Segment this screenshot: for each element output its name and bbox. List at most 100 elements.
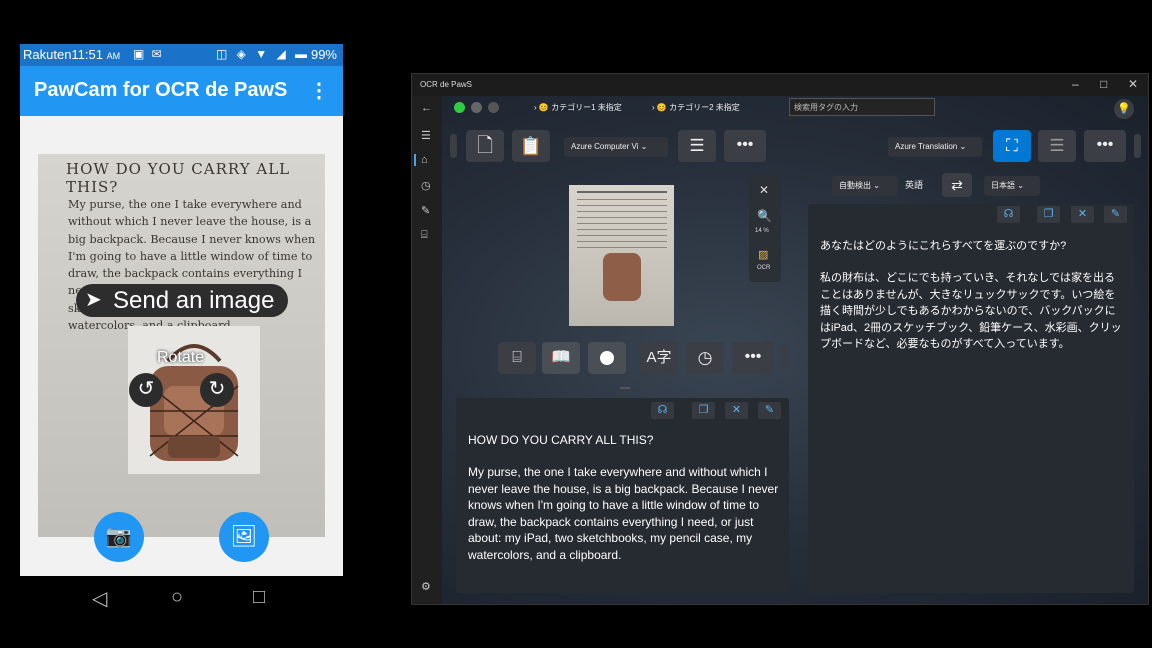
ocr-engine-dropdown[interactable]: Azure Computer Vi ⌄ <box>564 137 668 157</box>
home-icon[interactable]: ○ <box>171 586 183 609</box>
sliders-icon: ☰ <box>1049 136 1065 155</box>
fullscreen-icon: ⛶ <box>1006 136 1018 155</box>
swap-languages-button[interactable]: ⇄ <box>942 173 972 197</box>
right-more-button[interactable]: ••• <box>1084 130 1126 162</box>
book-mode-button[interactable]: 📖 <box>542 342 580 374</box>
desktop-window: OCR de PawS – □ ✕ ← ☰ ⌂ ◷ ✎ ⌸ ⚙ › 😊 カテゴリ… <box>411 73 1149 605</box>
rotate-left-button[interactable]: ↺ <box>129 373 163 407</box>
scanner-icon: ⌸ <box>512 349 522 366</box>
record-icon <box>600 351 614 365</box>
translate-button[interactable]: A字 <box>640 342 678 374</box>
pencil-icon: ✎ <box>764 404 775 416</box>
clear-button[interactable]: ✕ <box>1071 206 1094 223</box>
rotate-right-button[interactable]: ↻ <box>200 373 234 407</box>
send-icon: ➤ <box>85 289 102 311</box>
scanner-nav-icon[interactable]: ⌸ <box>421 229 428 242</box>
scanner-button[interactable]: ⌸ <box>498 342 536 374</box>
copy-icon: ❐ <box>1043 208 1054 220</box>
carrier-time: Rakuten11:51 AM <box>23 47 121 62</box>
left-nav-rail: ← ☰ ⌂ ◷ ✎ ⌸ ⚙ <box>412 96 442 604</box>
pen-nav-icon[interactable]: ✎ <box>421 204 430 217</box>
status-dot-green[interactable] <box>454 102 465 113</box>
recents-icon[interactable]: □ <box>253 586 265 609</box>
center-toolbar-grip[interactable] <box>780 346 787 370</box>
center-more-button[interactable]: ••• <box>732 342 774 374</box>
left-more-button[interactable]: ••• <box>724 130 766 162</box>
system-icons: ◫ ◈ ▼ ◢ ▬ <box>216 47 311 61</box>
edit-button[interactable]: ✎ <box>1104 206 1127 223</box>
copy-button[interactable]: ❐ <box>1037 206 1060 223</box>
copy-icon: ❐ <box>698 404 709 416</box>
capture-region-button[interactable]: ⛶ <box>993 130 1031 162</box>
settings-icon[interactable]: ⚙ <box>421 580 431 593</box>
translation-title: あなたはどのようにこれらすべてを運ぶのですか? <box>820 240 1067 252</box>
title-bar: OCR de PawS – □ ✕ <box>412 74 1148 96</box>
send-image-button[interactable]: ➤ Send an image <box>76 284 288 317</box>
minimize-button[interactable]: – <box>1072 77 1079 91</box>
translation-engine-dropdown[interactable]: Azure Translation ⌄ <box>888 137 982 157</box>
target-language-dropdown[interactable]: 日本語 ⌄ <box>984 176 1040 196</box>
splitter-handle[interactable] <box>620 387 630 389</box>
preview-heading-line <box>577 191 667 193</box>
camera-button[interactable]: 📷 <box>94 512 144 562</box>
preview-text-lines <box>577 199 667 251</box>
record-button[interactable] <box>588 342 626 374</box>
rotate-left-icon: ↺ <box>137 378 155 400</box>
history-icon: ◷ <box>697 348 713 367</box>
lightbulb-icon[interactable]: 💡 <box>1114 99 1134 119</box>
gallery-button[interactable]: 🖼 <box>219 512 269 562</box>
status-dot-gray1[interactable] <box>471 102 482 113</box>
sliders-icon: ☰ <box>689 136 705 155</box>
zoom-level: 14 % <box>755 228 769 234</box>
status-dot-gray2[interactable] <box>488 102 499 113</box>
notification-icons: ▣ ✉ <box>133 47 164 61</box>
clipboard-icon: 📋 <box>519 136 543 156</box>
edit-button[interactable]: ✎ <box>758 402 781 419</box>
source-language-dropdown[interactable]: 自動検出 ⌄ <box>832 176 898 196</box>
new-document-button[interactable]: 🗋 <box>466 130 504 162</box>
category1-chip[interactable]: › 😊 カテゴリー1 未指定 <box>534 102 622 113</box>
preview-backpack <box>603 253 641 301</box>
phone-screen: Rakuten11:51 AM ▣ ✉ ◫ ◈ ▼ ◢ ▬ 99% PawCam… <box>20 44 343 576</box>
speaker-button[interactable]: ☊ <box>651 402 674 419</box>
window-title: OCR de PawS <box>420 80 473 89</box>
translation-settings-button[interactable]: ☰ <box>1038 130 1076 162</box>
back-icon[interactable]: ◁ <box>92 586 107 611</box>
ocr-text-body: My purse, the one I take everywhere and … <box>468 465 779 562</box>
maximize-button[interactable]: □ <box>1100 77 1107 91</box>
android-nav-bar: ◁ ○ □ <box>20 578 343 618</box>
ocr-text-title: HOW DO YOU CARRY ALL THIS? <box>468 433 654 447</box>
more-icon: ••• <box>744 348 762 365</box>
ocr-label: OCR <box>757 265 771 271</box>
copy-button[interactable]: ❐ <box>692 402 715 419</box>
detected-language: 英語 <box>905 180 924 190</box>
clear-button[interactable]: ✕ <box>725 402 748 419</box>
category2-chip[interactable]: › 😊 カテゴリー2 未指定 <box>652 102 740 113</box>
speaker-icon: ☊ <box>657 404 668 416</box>
captured-photo: HOW DO YOU CARRY ALL THIS? My purse, the… <box>38 154 325 537</box>
paste-button[interactable]: 📋 <box>512 130 550 162</box>
close-preview-icon[interactable]: ✕ <box>759 183 769 197</box>
hamburger-icon[interactable]: ☰ <box>421 129 431 142</box>
image-preview[interactable] <box>569 185 674 326</box>
close-window-button[interactable]: ✕ <box>1128 77 1138 91</box>
overflow-menu-icon[interactable]: ⋮ <box>309 78 329 103</box>
right-toolbar-grip[interactable] <box>1134 134 1141 158</box>
book-icon: 📖 <box>551 349 571 366</box>
history-button[interactable]: ◷ <box>686 342 724 374</box>
app-title: PawCam for OCR de PawS <box>34 79 288 101</box>
tag-search-input[interactable]: 検索用タグの入力 <box>789 98 935 116</box>
pencil-icon: ✎ <box>1110 208 1121 220</box>
home-nav-icon[interactable]: ⌂ <box>421 154 428 166</box>
history-nav-icon[interactable]: ◷ <box>421 179 431 192</box>
back-arrow-icon[interactable]: ← <box>421 102 432 114</box>
translation-panel[interactable]: ☊ ❐ ✕ ✎ あなたはどのようにこれらすべてを運ぶのですか? 私の財布は、どこ… <box>808 204 1134 593</box>
ocr-image-icon[interactable]: ▨ <box>758 248 768 261</box>
translation-body: 私の財布は、どこにでも持っていき、それなしでは家を出ることはありませんが、大きな… <box>820 272 1122 350</box>
left-toolbar-grip[interactable] <box>450 134 457 158</box>
image-search-icon: 🖼 <box>230 525 258 548</box>
speaker-button[interactable]: ☊ <box>997 206 1020 223</box>
ocr-text-panel[interactable]: ☊ ❐ ✕ ✎ HOW DO YOU CARRY ALL THIS? My pu… <box>456 398 789 593</box>
zoom-icon[interactable]: 🔍 <box>757 209 772 223</box>
ocr-settings-button[interactable]: ☰ <box>678 130 716 162</box>
